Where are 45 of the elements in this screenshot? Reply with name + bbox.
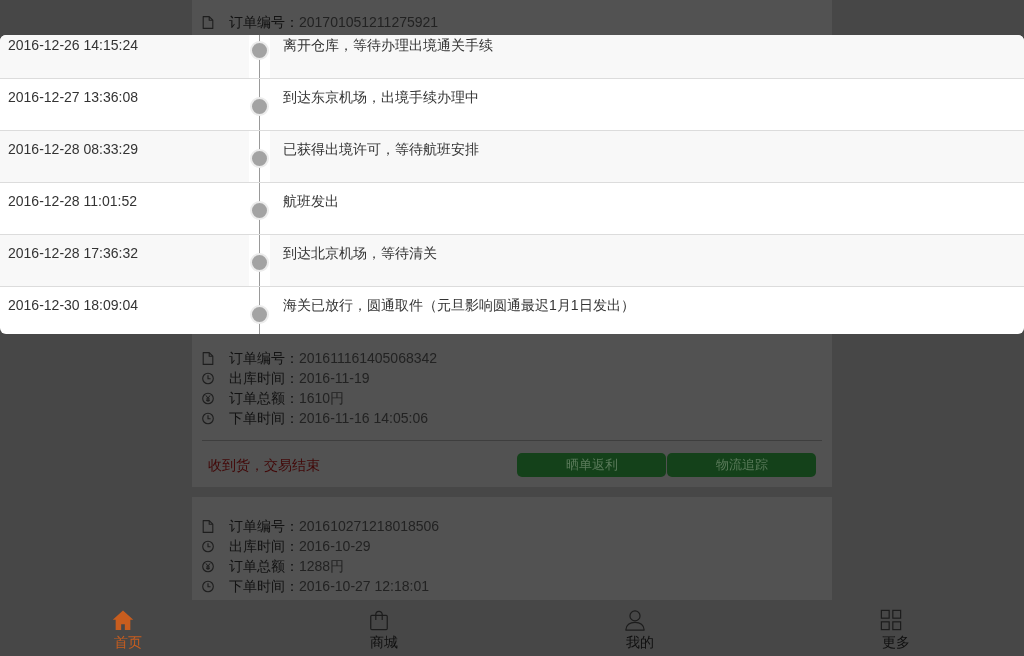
- nav-tab[interactable]: 我的: [624, 609, 656, 656]
- field-label: 订单总额：: [229, 557, 299, 576]
- timeline-dot-icon: [250, 305, 269, 324]
- clock-icon: [202, 371, 214, 385]
- clock-icon: [202, 539, 214, 553]
- yen-circle-icon: [202, 391, 214, 405]
- field-label: 订单编号：: [229, 13, 299, 32]
- timeline-dot-icon: [250, 97, 269, 116]
- person-icon: [624, 609, 646, 631]
- action-button[interactable]: 晒单返利: [517, 453, 666, 477]
- field-label: 下单时间：: [229, 577, 299, 596]
- field-label: 订单编号：: [229, 517, 299, 536]
- document-icon: [202, 15, 214, 29]
- document-icon: [202, 351, 214, 365]
- action-button[interactable]: 物流追踪: [667, 453, 816, 477]
- timeline-dot-icon: [250, 149, 269, 168]
- clock-icon: [202, 579, 214, 593]
- document-icon: [202, 519, 214, 533]
- event-description: 到达北京机场，等待清关: [283, 245, 437, 261]
- timeline-dot-icon: [250, 253, 269, 272]
- event-time: 2016-12-30 18:09:04: [8, 297, 138, 313]
- field-label: 订单总额：: [229, 389, 299, 408]
- field-label: 出库时间：: [229, 537, 299, 556]
- nav-tab[interactable]: 首页: [112, 609, 144, 656]
- event-description: 航班发出: [283, 193, 339, 209]
- event-time: 2016-12-28 11:01:52: [8, 193, 137, 209]
- field-label: 下单时间：: [229, 409, 299, 428]
- event-description: 到达东京机场，出境手续办理中: [283, 89, 479, 105]
- field-label: 订单编号：: [229, 349, 299, 368]
- grid-icon: [880, 609, 902, 631]
- event-time: 2016-12-28 08:33:29: [8, 141, 138, 157]
- event-time: 2016-12-26 14:15:24: [8, 37, 138, 53]
- field-label: 出库时间：: [229, 369, 299, 388]
- event-description: 海关已放行，圆通取件（元旦影响圆通最迟1月1日发出）: [283, 297, 635, 313]
- clock-icon: [202, 411, 214, 425]
- timeline-dot-icon: [250, 201, 269, 220]
- event-time: 2016-12-28 17:36:32: [8, 245, 138, 261]
- event-description: 离开仓库，等待办理出境通关手续: [283, 37, 493, 53]
- shopping-bag-icon: [368, 609, 390, 631]
- order-status: 收到货，交易结束: [208, 456, 320, 473]
- event-time: 2016-12-27 13:36:08: [8, 89, 138, 105]
- timeline-dot-icon: [250, 41, 269, 60]
- yen-circle-icon: [202, 559, 214, 573]
- house-icon: [112, 609, 134, 631]
- event-description: 已获得出境许可，等待航班安排: [283, 141, 479, 157]
